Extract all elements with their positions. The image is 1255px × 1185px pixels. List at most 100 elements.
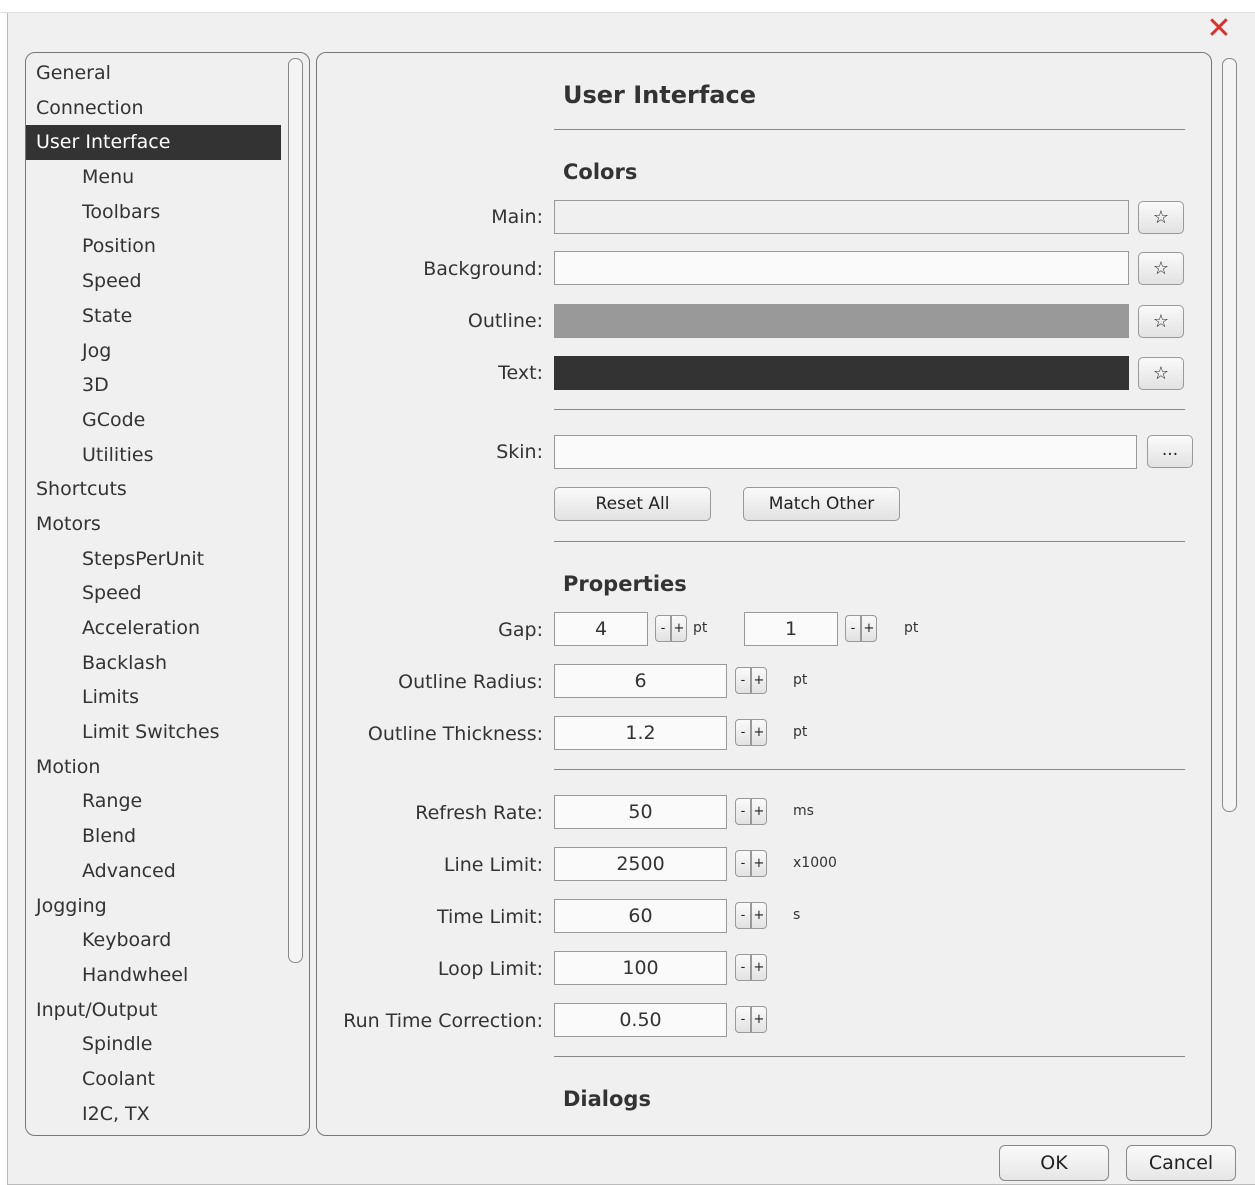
divider [554, 129, 1185, 130]
line-limit-input[interactable]: 2500 [554, 847, 727, 881]
outline-radius-unit: pt [793, 672, 808, 688]
run-time-correction-input[interactable]: 0.50 [554, 1003, 727, 1037]
gap-input-1[interactable]: 4 [554, 612, 648, 646]
sidebar-item[interactable]: Speed [26, 264, 281, 299]
sidebar-item[interactable]: GCode [26, 403, 281, 438]
refresh-rate-stepper: - + [735, 798, 767, 827]
refresh-rate-label: Refresh Rate: [415, 802, 543, 824]
outline-radius-stepper: - + [735, 667, 767, 696]
sidebar-item[interactable]: Limits [26, 680, 281, 715]
line-limit-label: Line Limit: [443, 854, 543, 876]
outline-radius-label: Outline Radius: [398, 671, 543, 693]
sidebar-item[interactable]: Toolbars [26, 195, 281, 230]
sidebar-item[interactable]: 3D [26, 368, 281, 403]
decrement-button[interactable]: - [655, 615, 671, 642]
text-color-label: Text: [498, 362, 543, 384]
sidebar-item[interactable]: Motors [26, 507, 281, 542]
outline-radius-input[interactable]: 6 [554, 664, 727, 698]
star-icon: ☆ [1152, 363, 1170, 384]
sidebar-item[interactable]: Input/Output [26, 993, 281, 1028]
sidebar-item[interactable]: User Interface [26, 125, 281, 161]
outline-color-label: Outline: [467, 310, 543, 332]
sidebar-item[interactable]: Acceleration [26, 611, 281, 646]
increment-button[interactable]: + [751, 902, 767, 929]
sidebar-item[interactable]: Motion [26, 750, 281, 785]
reset-all-button[interactable]: Reset All [554, 487, 711, 521]
outline-thickness-input[interactable]: 1.2 [554, 716, 727, 750]
main-color-swatch[interactable] [554, 200, 1129, 234]
gap-unit-1: pt [693, 620, 708, 636]
sidebar-item[interactable]: Blend [26, 819, 281, 854]
increment-button[interactable]: + [671, 615, 687, 642]
sidebar-item[interactable]: Utilities [26, 438, 281, 473]
increment-button[interactable]: + [751, 667, 767, 694]
sidebar-item[interactable]: Keyboard [26, 923, 281, 958]
sidebar-item[interactable]: I2C, TX [26, 1097, 281, 1132]
divider [554, 1056, 1185, 1057]
sidebar-item[interactable]: Limit Switches [26, 715, 281, 750]
line-limit-stepper: - + [735, 850, 767, 879]
gap-input-2[interactable]: 1 [744, 612, 838, 646]
text-color-star-button[interactable]: ☆ [1138, 357, 1184, 390]
sidebar-item[interactable]: Position [26, 229, 281, 264]
sidebar-item[interactable]: Range [26, 784, 281, 819]
decrement-button[interactable]: - [845, 615, 861, 642]
gap-stepper-1: - + [655, 615, 687, 644]
content-scrollbar[interactable] [1222, 58, 1237, 812]
increment-button[interactable]: + [751, 798, 767, 825]
cancel-button[interactable]: Cancel [1126, 1145, 1236, 1181]
outline-color-swatch[interactable] [554, 304, 1129, 338]
sidebar-item[interactable]: Connection [26, 91, 281, 126]
sidebar-item[interactable]: Speed [26, 576, 281, 611]
sidebar-item[interactable]: Menu [26, 160, 281, 195]
sidebar-item[interactable]: Jog [26, 334, 281, 369]
loop-limit-input[interactable]: 100 [554, 951, 727, 985]
time-limit-stepper: - + [735, 902, 767, 931]
sidebar-item[interactable]: StepsPerUnit [26, 542, 281, 577]
settings-content-panel: User Interface Colors Main: ☆ Background… [316, 52, 1212, 1136]
close-icon[interactable]: ✕ [1206, 14, 1232, 44]
decrement-button[interactable]: - [735, 902, 751, 929]
ok-button[interactable]: OK [999, 1145, 1109, 1181]
time-limit-input[interactable]: 60 [554, 899, 727, 933]
decrement-button[interactable]: - [735, 850, 751, 877]
text-color-swatch[interactable] [554, 356, 1129, 390]
outline-thickness-stepper: - + [735, 719, 767, 748]
decrement-button[interactable]: - [735, 798, 751, 825]
increment-button[interactable]: + [751, 850, 767, 877]
background-color-star-button[interactable]: ☆ [1138, 252, 1184, 285]
skin-input[interactable] [554, 435, 1137, 469]
sidebar-item[interactable]: Advanced [26, 854, 281, 889]
decrement-button[interactable]: - [735, 719, 751, 746]
top-window-strip [0, 0, 1255, 13]
match-other-button[interactable]: Match Other [743, 487, 900, 521]
divider [554, 541, 1185, 542]
outline-color-star-button[interactable]: ☆ [1138, 305, 1184, 338]
sidebar-item[interactable]: Spindle [26, 1027, 281, 1062]
sidebar-item[interactable]: Shortcuts [26, 472, 281, 507]
sidebar-item[interactable]: Coolant [26, 1062, 281, 1097]
sidebar-item[interactable]: General [26, 56, 281, 91]
loop-limit-stepper: - + [735, 954, 767, 983]
star-icon: ☆ [1152, 207, 1170, 228]
dialogs-heading: Dialogs [563, 1087, 651, 1111]
sidebar-item[interactable]: State [26, 299, 281, 334]
decrement-button[interactable]: - [735, 667, 751, 694]
sidebar-item[interactable]: Backlash [26, 646, 281, 681]
increment-button[interactable]: + [861, 615, 877, 642]
refresh-rate-input[interactable]: 50 [554, 795, 727, 829]
increment-button[interactable]: + [751, 719, 767, 746]
sidebar-item[interactable]: Handwheel [26, 958, 281, 993]
nav-scrollbar[interactable] [288, 58, 303, 963]
sidebar-item[interactable]: Jogging [26, 889, 281, 924]
decrement-button[interactable]: - [735, 1006, 751, 1033]
line-limit-unit: x1000 [793, 855, 837, 871]
main-color-star-button[interactable]: ☆ [1138, 201, 1184, 234]
increment-button[interactable]: + [751, 954, 767, 981]
loop-limit-label: Loop Limit: [437, 958, 543, 980]
background-color-swatch[interactable] [554, 251, 1129, 285]
increment-button[interactable]: + [751, 1006, 767, 1033]
skin-browse-button[interactable]: ... [1147, 435, 1193, 468]
decrement-button[interactable]: - [735, 954, 751, 981]
star-icon: ☆ [1152, 258, 1170, 279]
